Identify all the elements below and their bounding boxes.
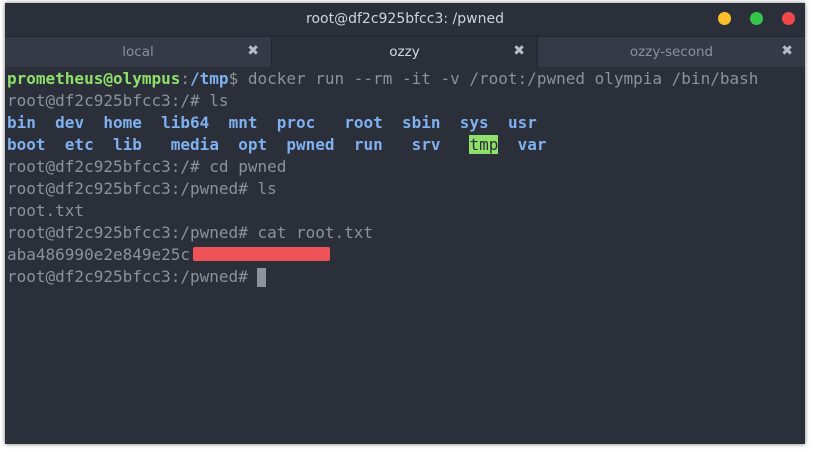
tab-ozzy-second[interactable]: ozzy-second ✖ [538, 37, 805, 67]
prompt-text: root@df2c925bfcc3:/pwned# [7, 267, 258, 286]
dir-entry: srv [411, 135, 441, 154]
dir-entry: dev [55, 113, 85, 132]
dir-entry: proc [276, 113, 316, 132]
dir-entry: mnt [228, 113, 258, 132]
dir-entry: opt [238, 135, 268, 154]
ls-output-row: bin dev home lib64 mnt proc root sbin sy… [7, 112, 537, 134]
maximize-button[interactable] [750, 12, 763, 25]
text-cursor [257, 268, 267, 287]
dir-entry: media [170, 135, 219, 154]
dir-entry: pwned [286, 135, 335, 154]
terminal-window: root@df2c925bfcc3: /pwned local ✖ ozzy ✖… [5, 3, 805, 444]
terminal-line: root@df2c925bfcc3:/pwned# cat root.txt [7, 223, 374, 242]
terminal-line: root@df2c925bfcc3:/pwned# ls [7, 179, 277, 198]
hash-text: aba486990e2e849e25c [7, 245, 191, 264]
dir-entry: sys [459, 113, 489, 132]
dir-entry: usr [507, 113, 537, 132]
tab-ozzy[interactable]: ozzy ✖ [271, 37, 538, 67]
terminal-line: root@df2c925bfcc3:/# cd pwned [7, 157, 287, 176]
close-button[interactable] [782, 12, 795, 25]
tab-label: ozzy-second [629, 44, 714, 60]
prompt-host: prometheus@olympus [7, 69, 181, 88]
dir-entry: run [353, 135, 383, 154]
dir-entry: home [103, 113, 142, 132]
close-icon[interactable]: ✖ [513, 43, 525, 59]
minimize-button[interactable] [718, 12, 731, 25]
prompt-separator: : [180, 69, 191, 88]
dir-entry: boot [7, 135, 46, 154]
hash-output-line: aba486990e2e849e25c [7, 244, 330, 266]
prompt-path: /tmp [190, 69, 229, 88]
terminal-output[interactable]: prometheus@olympus:/tmp$ docker run --rm… [5, 67, 805, 444]
command-text: $ docker run --rm -it -v /root:/pwned ol… [228, 69, 759, 88]
close-icon[interactable]: ✖ [781, 43, 793, 59]
tab-bar: local ✖ ozzy ✖ ozzy-second ✖ [5, 36, 805, 67]
redaction-bar [193, 247, 330, 261]
close-icon[interactable]: ✖ [247, 43, 259, 59]
dir-entry: root [344, 113, 383, 132]
ls-output-row: boot etc lib media opt pwned run srv tmp… [7, 134, 547, 156]
terminal-line: root@df2c925bfcc3:/# ls [7, 91, 229, 110]
dir-entry: var [517, 135, 547, 154]
dir-entry-highlighted: tmp [469, 135, 499, 154]
dir-entry: lib [112, 135, 142, 154]
terminal-line: prometheus@olympus:/tmp$ docker run --rm… [7, 68, 758, 90]
terminal-line: root.txt [7, 201, 85, 220]
tab-local[interactable]: local ✖ [5, 37, 271, 67]
tab-label: local [122, 44, 154, 60]
title-bar[interactable]: root@df2c925bfcc3: /pwned [5, 3, 805, 36]
dir-entry: etc [64, 135, 94, 154]
tab-label: ozzy [389, 44, 420, 60]
terminal-prompt-line: root@df2c925bfcc3:/pwned# [7, 266, 267, 288]
dir-entry: sbin [401, 113, 441, 132]
window-title: root@df2c925bfcc3: /pwned [306, 11, 504, 27]
dir-entry: lib64 [161, 113, 210, 132]
dir-entry: bin [7, 113, 36, 132]
